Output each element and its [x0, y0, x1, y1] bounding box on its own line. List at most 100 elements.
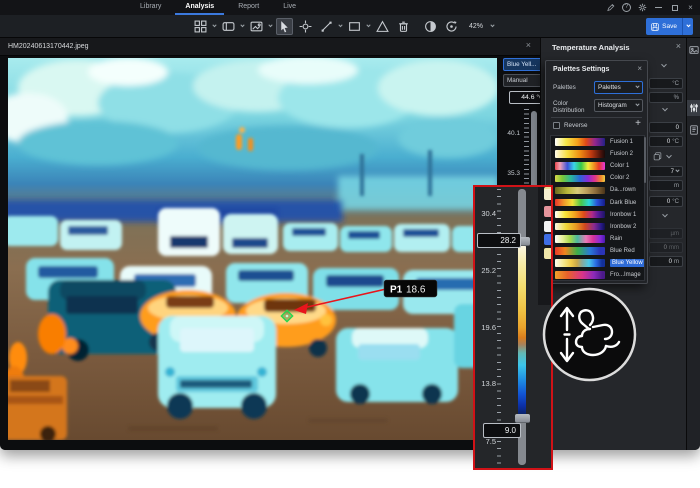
zoom-level[interactable]: 42% [469, 23, 483, 30]
param-field[interactable]: 0m [649, 256, 683, 267]
thermal-image[interactable]: P1 18.6 [8, 58, 497, 440]
contrast-tool[interactable] [422, 18, 439, 35]
palette-row[interactable]: Color 2 [551, 172, 644, 184]
magnified-gradient-bar [518, 246, 526, 416]
palette-row[interactable]: Ironbow 2 [551, 221, 644, 233]
close-button[interactable]: × [686, 3, 695, 12]
save-button[interactable]: Save [646, 18, 682, 35]
media-panel-icon[interactable] [689, 45, 699, 55]
chevron-down-icon[interactable] [666, 152, 672, 158]
param-field[interactable]: °C [649, 78, 683, 89]
screenshot-stage: Library Analysis Report Live ? × [0, 0, 700, 488]
param-field[interactable]: 0°C [649, 196, 683, 207]
scale-tick-label: 40.1 [494, 130, 520, 137]
palette-swatch [555, 199, 605, 207]
feedback-icon[interactable] [606, 3, 615, 12]
palette-row[interactable]: Rain [551, 233, 644, 245]
image-mode-tool[interactable] [248, 18, 265, 35]
save-dropdown-caret[interactable] [682, 18, 693, 35]
rotate-tool[interactable] [443, 18, 460, 35]
param-field[interactable]: 0°C [649, 136, 683, 147]
divider [551, 117, 642, 118]
image-canvas: HM20240613170442.jpeg × [0, 38, 540, 450]
palette-list: Fusion 1 Fusion 2 Color 1 Color 2 Da...r… [550, 135, 645, 281]
layout-grid-tool[interactable] [192, 18, 209, 35]
palette-row[interactable]: Fusion 2 [551, 148, 644, 160]
delta-tool[interactable] [374, 18, 391, 35]
tab-live[interactable]: Live [271, 0, 308, 15]
upper-threshold-input[interactable]: 28.2 [477, 233, 521, 248]
spot-point-tool[interactable] [297, 18, 314, 35]
palette-row[interactable]: Color 1 [551, 160, 644, 172]
palette-row[interactable]: Blue Red [551, 245, 644, 257]
marker-value-label: 18.6 [406, 285, 426, 296]
section-collapse-chevron[interactable] [661, 62, 667, 68]
report-panel-icon[interactable] [689, 125, 699, 135]
lower-threshold-input[interactable]: 9.0 [483, 423, 521, 438]
reverse-checkbox[interactable] [553, 122, 560, 129]
save-group: Save [646, 18, 693, 35]
palette-swatch [555, 247, 605, 255]
magnified-swatch-fragment [544, 234, 553, 245]
zoom-chevron-icon[interactable] [490, 23, 494, 27]
select-cursor-tool[interactable] [276, 18, 293, 35]
delete-trash-tool[interactable] [395, 18, 412, 35]
distribution-field-label: Color Distribution [553, 101, 593, 115]
palette-swatch [555, 223, 605, 231]
chevron-down-icon[interactable] [240, 23, 244, 27]
marker-id-label: P1 [390, 285, 403, 296]
copy-icon[interactable] [653, 152, 662, 161]
panel-close-icon[interactable]: × [676, 41, 681, 51]
magnified-swatch-fragment [544, 221, 553, 232]
tab-report[interactable]: Report [226, 0, 271, 15]
palette-swatch [555, 211, 605, 219]
scale-tick-label: 35.3 [494, 170, 520, 177]
add-palette-button[interactable]: + [635, 118, 641, 129]
window-view-tool[interactable] [220, 18, 237, 35]
palette-row[interactable]: Fusion 1 [551, 136, 644, 148]
help-icon[interactable]: ? [622, 3, 631, 12]
save-label: Save [662, 23, 677, 30]
section-collapse-chevron[interactable] [662, 106, 668, 112]
param-field[interactable]: 0 [649, 122, 683, 133]
palette-swatch [555, 138, 605, 146]
tab-analysis[interactable]: Analysis [173, 0, 226, 15]
distribution-dropdown[interactable]: Histogram [594, 99, 643, 112]
chevron-down-icon [675, 168, 679, 172]
param-field[interactable]: m [649, 180, 683, 191]
drag-gesture-icon [541, 286, 638, 383]
rectangle-tool[interactable] [346, 18, 363, 35]
palette-row[interactable]: Da...rown [551, 184, 644, 196]
maximize-button[interactable] [670, 3, 679, 12]
overlay-tick-label: 19.6 [475, 323, 496, 332]
file-close-icon[interactable]: × [526, 40, 531, 50]
palettes-dropdown[interactable]: Palettes [594, 81, 643, 94]
palette-row[interactable]: Ironbow 1 [551, 209, 644, 221]
tab-library[interactable]: Library [128, 0, 173, 15]
palette-row[interactable]: Dark Blue [551, 196, 644, 208]
chevron-down-icon[interactable] [366, 23, 370, 27]
minimize-button[interactable] [654, 3, 663, 12]
chevron-down-icon[interactable] [338, 23, 342, 27]
adjustments-panel-icon[interactable] [689, 103, 699, 113]
palette-row[interactable]: Fro...Image [551, 269, 644, 281]
reverse-label: Reverse [564, 122, 587, 129]
chevron-down-icon[interactable] [212, 23, 216, 27]
param-dropdown[interactable]: 7 [649, 166, 683, 177]
right-icon-strip [686, 38, 700, 450]
file-tab-bar: HM20240613170442.jpeg × [0, 38, 540, 56]
line-tool[interactable] [318, 18, 335, 35]
lower-slider-handle[interactable] [515, 414, 530, 423]
palette-row-selected[interactable]: Blue Yellow [551, 257, 644, 269]
list-scrollbar[interactable] [644, 137, 647, 183]
popup-close-icon[interactable]: × [637, 64, 642, 73]
save-floppy-icon [651, 23, 659, 31]
settings-gear-icon[interactable] [638, 3, 647, 12]
chevron-down-icon [635, 102, 639, 106]
chevron-down-icon[interactable] [268, 23, 272, 27]
palette-swatch [555, 259, 605, 267]
distribution-dropdown-value: Histogram [598, 102, 627, 109]
param-field-disabled: µm [649, 228, 683, 239]
param-field[interactable]: % [649, 92, 683, 103]
section-collapse-chevron[interactable] [662, 212, 668, 218]
